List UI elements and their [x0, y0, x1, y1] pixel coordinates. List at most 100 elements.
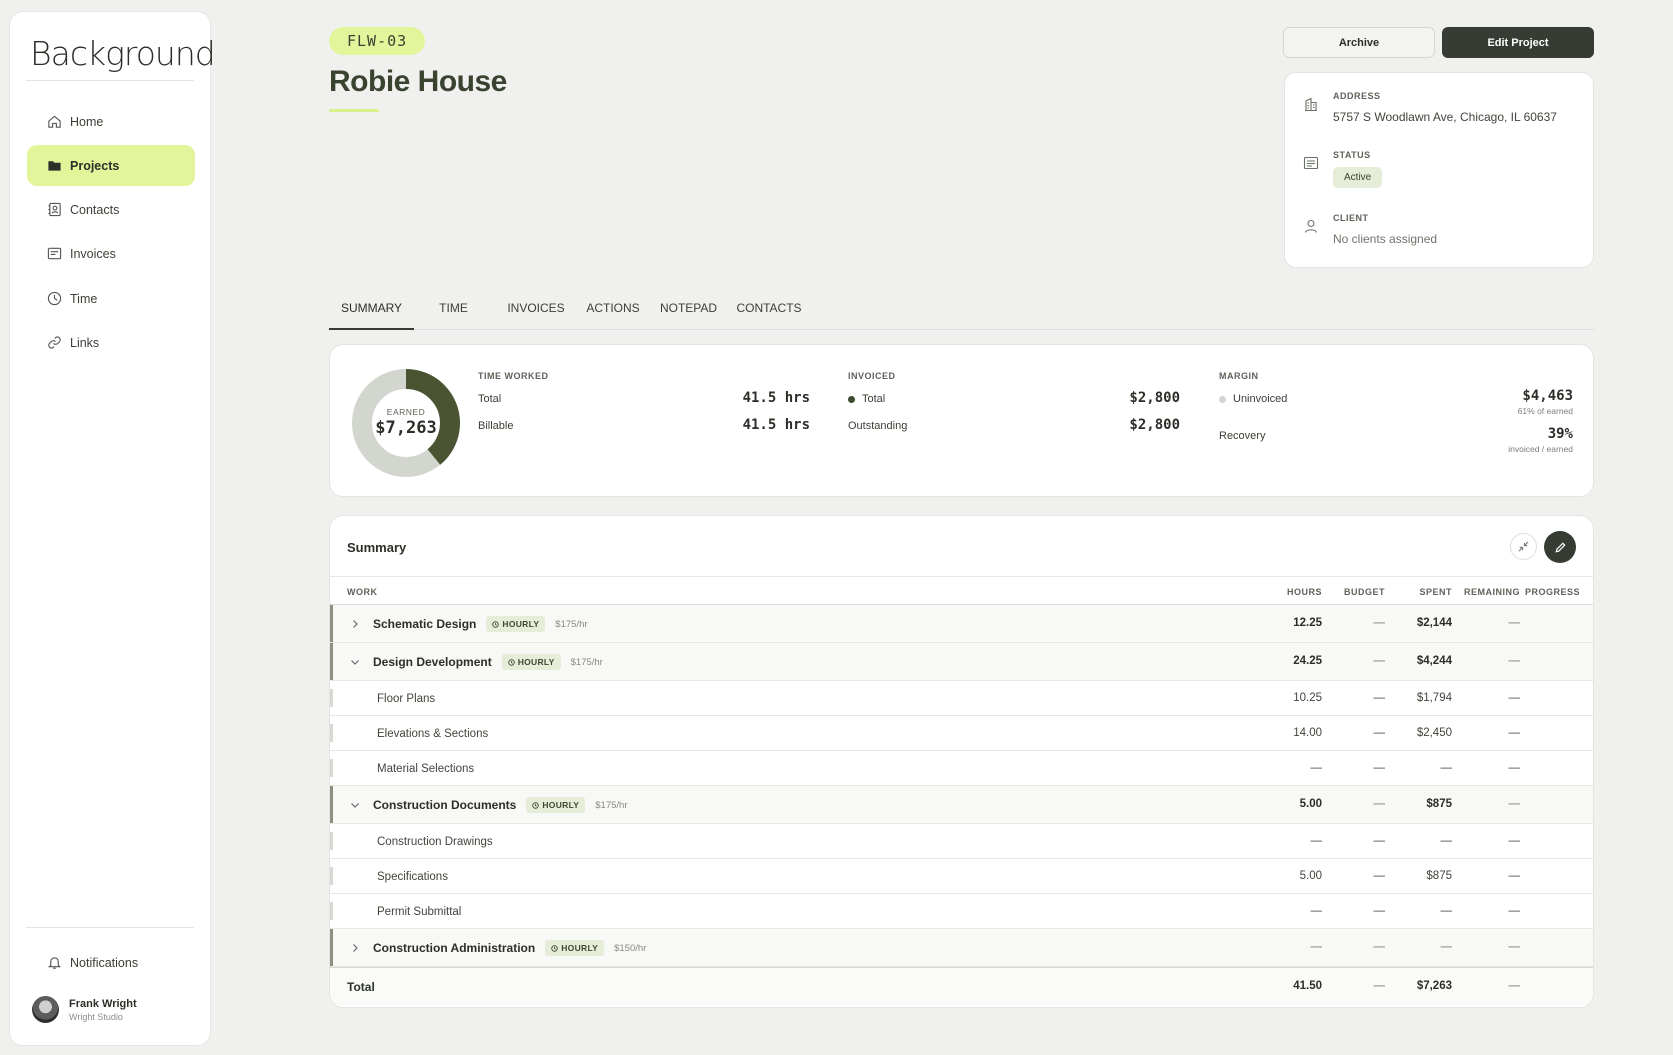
- address-value: 5757 S Woodlawn Ave, Chicago, IL 60637: [1333, 110, 1557, 124]
- task-name: Elevations & Sections: [377, 728, 489, 740]
- donut-label: EARNED: [386, 407, 426, 417]
- cell-hours: —: [1310, 905, 1323, 917]
- link-icon: [48, 336, 61, 349]
- tab-time[interactable]: TIME: [414, 290, 493, 330]
- phase-label: Construction Documents: [373, 798, 517, 812]
- client-value: No clients assigned: [1333, 232, 1438, 246]
- tab-actions[interactable]: ACTIONS: [579, 290, 647, 330]
- table-row[interactable]: Specifications 5.00— $875—: [330, 859, 1593, 894]
- cell-hours: 5.00: [1299, 798, 1322, 810]
- time-billable-value: 41.5 hrs: [742, 417, 810, 433]
- cell-budget: —: [1373, 655, 1386, 667]
- sidebar-item-contacts[interactable]: Contacts: [27, 189, 195, 230]
- edit-summary-button[interactable]: [1544, 531, 1576, 563]
- sidebar-item-label: Links: [70, 335, 100, 350]
- chevron-right-icon[interactable]: [349, 942, 361, 954]
- chevron-down-icon[interactable]: [349, 799, 361, 811]
- total-label: Total: [347, 980, 375, 994]
- billing-type-tag: HOURLY: [545, 940, 605, 956]
- billing-type-tag: HOURLY: [526, 797, 586, 813]
- table-group-row[interactable]: Design Development HOURLY $175/hr 24.25— $4,…: [330, 643, 1593, 681]
- row-indicator: [330, 929, 333, 966]
- chevron-right-icon[interactable]: [349, 618, 361, 630]
- cell-budget: —: [1373, 727, 1386, 739]
- recovery-sub: invoiced / earned: [1508, 444, 1573, 454]
- row-indicator: [330, 867, 333, 885]
- clock-icon: [507, 658, 515, 666]
- tab-summary[interactable]: SUMMARY: [329, 290, 414, 330]
- table-group-row[interactable]: Construction Administration HOURLY $150/hr…: [330, 929, 1593, 967]
- uninvoiced-label: Uninvoiced: [1219, 393, 1287, 405]
- table-row[interactable]: Construction Drawings — — — —: [330, 824, 1593, 859]
- table-row[interactable]: Floor Plans 10.25— $1,794—: [330, 681, 1593, 716]
- client-row: CLIENT No clients assigned: [1303, 213, 1437, 246]
- cell-remaining: —: [1508, 905, 1521, 917]
- table-row[interactable]: Elevations & Sections 14.00— $2,450—: [330, 716, 1593, 751]
- phase-name: Construction Documents HOURLY $175/hr: [373, 797, 628, 813]
- sidebar-item-time[interactable]: Time: [27, 278, 195, 319]
- tag-label: HOURLY: [517, 657, 555, 667]
- tab-contacts[interactable]: CONTACTS: [730, 290, 808, 330]
- row-indicator: [330, 689, 333, 707]
- table-row[interactable]: Permit Submittal — — — —: [330, 894, 1593, 929]
- cell-remaining: —: [1508, 870, 1521, 882]
- title-underline: [329, 109, 379, 112]
- collapse-button[interactable]: [1510, 533, 1537, 560]
- table-total-row: Total 41.50— $7,263—: [330, 967, 1593, 1005]
- stats-card: EARNED $7,263 TIME WORKED Total 41.5 hrs…: [329, 344, 1594, 497]
- chevron-down-icon[interactable]: [349, 656, 361, 668]
- sidebar-item-label: Home: [70, 114, 104, 129]
- margin-heading: MARGIN: [1219, 371, 1259, 381]
- cell-remaining: —: [1508, 727, 1521, 739]
- tab-invoices[interactable]: INVOICES: [493, 290, 579, 330]
- page-title: Robie House: [329, 65, 507, 98]
- home-icon: [48, 115, 61, 128]
- donut-value: $7,263: [375, 418, 437, 438]
- edit-project-button[interactable]: Edit Project: [1442, 27, 1594, 58]
- cell-hours: 14.00: [1293, 727, 1322, 739]
- user-name: Frank Wright: [69, 997, 137, 1010]
- invoiced-dot: [848, 395, 855, 403]
- user-profile[interactable]: Frank Wright Wright Studio: [32, 996, 137, 1023]
- archive-button[interactable]: Archive: [1283, 27, 1435, 58]
- phase-name: Construction Administration HOURLY $150/hr: [373, 940, 646, 956]
- row-indicator: [330, 724, 333, 742]
- cell-hours: 5.00: [1299, 870, 1322, 882]
- cell-budget: —: [1373, 870, 1386, 882]
- hourly-rate: $175/hr: [595, 799, 628, 811]
- column-budget: BUDGET: [1344, 587, 1385, 597]
- tab-notepad[interactable]: NOTEPAD: [647, 290, 730, 330]
- hourly-rate: $175/hr: [570, 656, 603, 668]
- table-header: WORK HOURS BUDGET SPENT REMAINING PROGRE…: [330, 576, 1593, 605]
- table-group-row[interactable]: Construction Documents HOURLY $175/hr 5.00 —…: [330, 786, 1593, 824]
- clock-icon: [47, 291, 62, 306]
- app-logo[interactable]: Background: [30, 34, 216, 73]
- invoiced-total-text: Total: [862, 393, 886, 405]
- sidebar-item-links[interactable]: Links: [27, 322, 195, 363]
- status-label: STATUS: [1333, 150, 1371, 160]
- cell-remaining: —: [1508, 835, 1521, 847]
- row-indicator: [330, 759, 333, 777]
- sidebar-item-label: Time: [70, 291, 98, 306]
- user-icon: [1304, 219, 1318, 233]
- invoice-icon: [47, 247, 62, 260]
- column-progress: PROGRESS: [1524, 587, 1580, 597]
- column-work: WORK: [347, 587, 378, 597]
- status-row: STATUS Active: [1303, 150, 1383, 188]
- sidebar-item-home[interactable]: Home: [27, 101, 195, 142]
- tag-label: HOURLY: [542, 800, 580, 810]
- billing-type-tag: HOURLY: [501, 654, 561, 670]
- cell-remaining: —: [1508, 941, 1521, 953]
- folder-icon: [48, 161, 61, 171]
- sidebar-item-invoices[interactable]: Invoices: [27, 233, 195, 274]
- sidebar-item-projects[interactable]: Projects: [27, 145, 195, 186]
- task-name: Material Selections: [377, 763, 475, 775]
- task-name: Permit Submittal: [377, 906, 462, 918]
- cell-budget: —: [1373, 798, 1386, 810]
- table-row[interactable]: Material Selections — — — —: [330, 751, 1593, 786]
- contacts-icon: [48, 202, 61, 217]
- cell-remaining: —: [1508, 798, 1521, 810]
- table-group-row[interactable]: Schematic Design HOURLY $175/hr 12.25— $2,14…: [330, 605, 1593, 643]
- building-icon: [1305, 97, 1317, 112]
- sidebar-item-notifications[interactable]: Notifications: [27, 942, 195, 983]
